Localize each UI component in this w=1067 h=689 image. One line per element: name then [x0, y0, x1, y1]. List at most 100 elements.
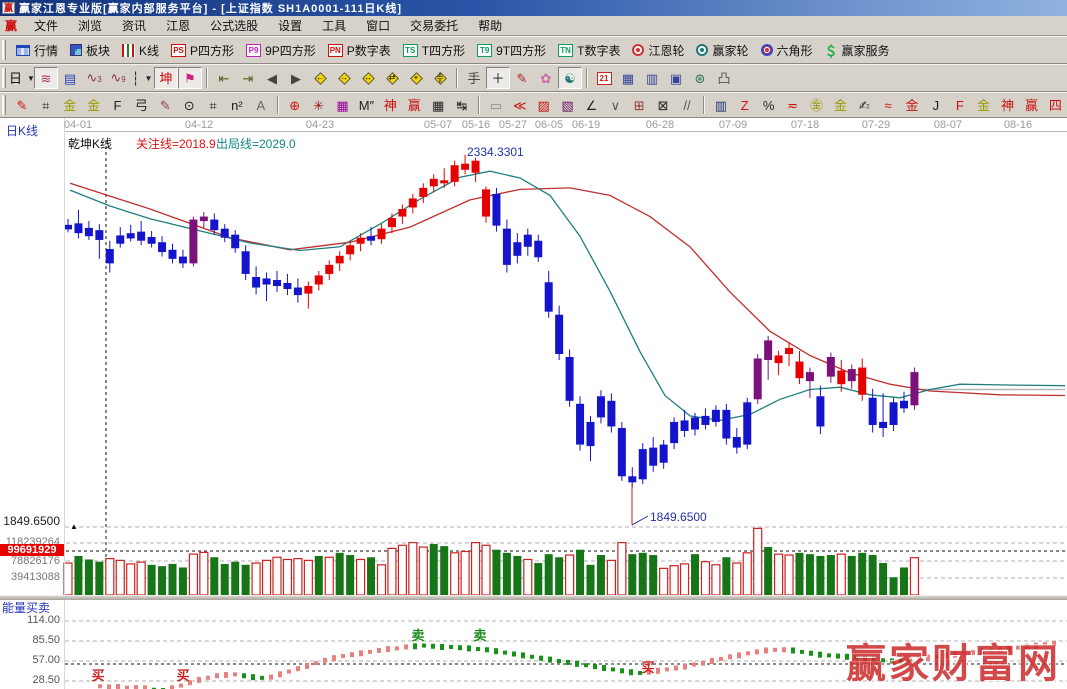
tool-gann-grid[interactable]: ⌗ — [34, 94, 58, 116]
tool-gold-angle[interactable]: 金 — [972, 94, 996, 116]
tool-star-wheel[interactable]: ✳ — [307, 94, 331, 116]
tool-jump-last[interactable]: ⇥ — [236, 67, 260, 89]
tool-gold-grid-2[interactable]: 金 — [82, 94, 106, 116]
tool-zigzag[interactable]: ∨ — [603, 94, 627, 116]
toolbar-t-square-button[interactable]: TST四方形 — [397, 39, 471, 61]
tool-plum-tool[interactable]: ✿ — [534, 67, 558, 89]
tool-gold-grid-1[interactable]: 金 — [58, 94, 82, 116]
tool-four-angle[interactable]: 四 — [1043, 94, 1067, 116]
tool-angle-lines[interactable]: ∠ — [579, 94, 603, 116]
tool-percent-bars[interactable]: ▥ — [709, 94, 733, 116]
tool-candle-type-dropdown[interactable]: ┆▼ — [130, 67, 154, 89]
tool-win-angle[interactable]: 赢 — [1020, 94, 1044, 116]
tool-gold-underline[interactable]: 金 — [900, 94, 924, 116]
tool-percent-lines[interactable]: ≂ — [781, 94, 805, 116]
tool-annotate[interactable]: ✍ — [852, 94, 876, 116]
toolbar-grip[interactable] — [2, 68, 6, 89]
toolbar-p-number-table-button[interactable]: PNP数字表 — [322, 39, 397, 61]
tool-diamond-zoom-in[interactable]: → — [332, 67, 356, 89]
tool-gann-circle[interactable]: ⊙ — [177, 94, 201, 116]
toolbar-9t-square-button[interactable]: T99T四方形 — [471, 39, 552, 61]
tool-shen-grid[interactable]: 神 — [378, 94, 402, 116]
tool-grid-box-2[interactable]: ⊠ — [651, 94, 675, 116]
tool-qiankun-kline[interactable]: 坤 — [154, 67, 178, 89]
pane-period-label[interactable]: 日K线 — [6, 122, 38, 139]
tool-online-update[interactable]: ⊛ — [688, 67, 712, 89]
tool-angle-a[interactable]: A — [249, 94, 273, 116]
title-bar[interactable]: 赢 赢家江恩专业版[赢家内部服务平台] - [上证指数 SH1A0001-111… — [0, 0, 1067, 16]
toolbar-9p-square-button[interactable]: P99P四方形 — [240, 39, 322, 61]
tool-save[interactable]: ▣ — [664, 67, 688, 89]
tool-circle-cross[interactable]: ⊕ — [283, 94, 307, 116]
tool-grid-box[interactable]: ⊞ — [627, 94, 651, 116]
toolbar-winner-wheel-button[interactable]: 赢家轮 — [690, 39, 754, 61]
tool-crosshair[interactable]: ＋ — [486, 67, 510, 89]
menu-公式选股[interactable]: 公式选股 — [201, 15, 267, 36]
tool-calculator[interactable]: ▦ — [616, 67, 640, 89]
tool-scroll-left[interactable]: ◀ — [260, 67, 284, 89]
tool-pan-hand[interactable]: 手 — [462, 67, 486, 89]
tool-shen-angle[interactable]: 神 — [996, 94, 1020, 116]
tool-rect-tool[interactable]: ▭ — [484, 94, 508, 116]
tool-diamond-expand-h[interactable]: ↔ — [356, 67, 380, 89]
tool-j-angle[interactable]: J — [924, 94, 948, 116]
tool-time-marks[interactable]: M″ — [354, 94, 378, 116]
tool-percent-z[interactable]: Z — [733, 94, 757, 116]
pane-divider[interactable] — [0, 595, 1067, 600]
menu-交易委托[interactable]: 交易委托 — [401, 15, 467, 36]
tool-scroll-right[interactable]: ▶ — [284, 67, 308, 89]
tool-bow-grid[interactable]: 弓 — [129, 94, 153, 116]
toolbar-sectors-button[interactable]: 板块 — [64, 39, 116, 61]
menu-工具[interactable]: 工具 — [313, 15, 355, 36]
tool-parallel-lines[interactable]: // — [675, 94, 699, 116]
tool-shaded-box-2[interactable]: ▧ — [556, 94, 580, 116]
toolbar-t-number-table-button[interactable]: TNT数字表 — [552, 39, 626, 61]
tool-wave-9[interactable]: ∿9 — [106, 67, 130, 89]
tool-gold-lines[interactable]: 金 — [828, 94, 852, 116]
toolbar-grip[interactable] — [2, 95, 6, 114]
toolbar-hexagon-button[interactable]: 六角形 — [755, 39, 819, 61]
tool-notepad[interactable]: ▥ — [640, 67, 664, 89]
menu-窗口[interactable]: 窗口 — [357, 15, 399, 36]
tool-wave-tool[interactable]: ≈ — [876, 94, 900, 116]
menu-帮助[interactable]: 帮助 — [469, 15, 511, 36]
tool-win-grid[interactable]: 赢 — [402, 94, 426, 116]
tool-square-wheel[interactable]: ▦ — [331, 94, 355, 116]
tool-printer[interactable]: 凸 — [712, 67, 736, 89]
tool-taiji-tool[interactable]: ☯ — [558, 67, 582, 89]
tool-pencil[interactable]: ✎ — [10, 94, 34, 116]
menu-文件[interactable]: 文件 — [25, 15, 67, 36]
tool-period-day-dropdown[interactable]: 日▼ — [10, 67, 34, 89]
toolbar-p-square-button[interactable]: PSP四方形 — [165, 39, 240, 61]
tool-shaded-box[interactable]: ▨ — [532, 94, 556, 116]
tool-f-angle[interactable]: F — [948, 94, 972, 116]
toolbar-grip[interactable] — [2, 40, 6, 61]
tool-flag-marker[interactable]: ⚑ — [178, 67, 202, 89]
menu-浏览[interactable]: 浏览 — [69, 15, 111, 36]
tool-fib-grid[interactable]: F — [106, 94, 130, 116]
toolbar-winner-service-button[interactable]: ＄赢家服务 — [819, 39, 896, 61]
menu-设置[interactable]: 设置 — [269, 15, 311, 36]
toolbar-kline-button[interactable]: K线 — [116, 39, 165, 61]
tool-diamond-expand-all[interactable]: + — [404, 67, 428, 89]
menu-江恩[interactable]: 江恩 — [157, 15, 199, 36]
tool-diamond-swap[interactable]: ⇄ — [380, 67, 404, 89]
tool-h-measure[interactable]: ↹ — [450, 94, 474, 116]
tool-price-grid[interactable]: ▦ — [426, 94, 450, 116]
toolbar-gann-wheel-button[interactable]: 江恩轮 — [626, 39, 690, 61]
tool-gold-circle[interactable]: ㊎ — [805, 94, 829, 116]
menu-资讯[interactable]: 资讯 — [113, 15, 155, 36]
tool-calendar[interactable]: 21 — [592, 67, 616, 89]
toolbar-quotes-button[interactable]: 行情 — [10, 39, 64, 61]
tool-kline-pattern-style[interactable]: ≋ — [34, 67, 58, 89]
tool-fan-lines[interactable]: ≪ — [508, 94, 532, 116]
tool-percent[interactable]: % — [757, 94, 781, 116]
tool-jump-first[interactable]: ⇤ — [212, 67, 236, 89]
tool-diamond-zoom-out[interactable]: ← — [308, 67, 332, 89]
tool-wave-3[interactable]: ∿3 — [82, 67, 106, 89]
chart-area[interactable]: 04-0104-1204-2305-0705-1605-2706-0506-19… — [0, 118, 1067, 689]
tool-diamond-fit-all[interactable]: ╬ — [428, 67, 452, 89]
tool-info-list[interactable]: ▤ — [58, 67, 82, 89]
tool-trend-line[interactable]: ✎ — [510, 67, 534, 89]
tool-pencil-2[interactable]: ✎ — [153, 94, 177, 116]
